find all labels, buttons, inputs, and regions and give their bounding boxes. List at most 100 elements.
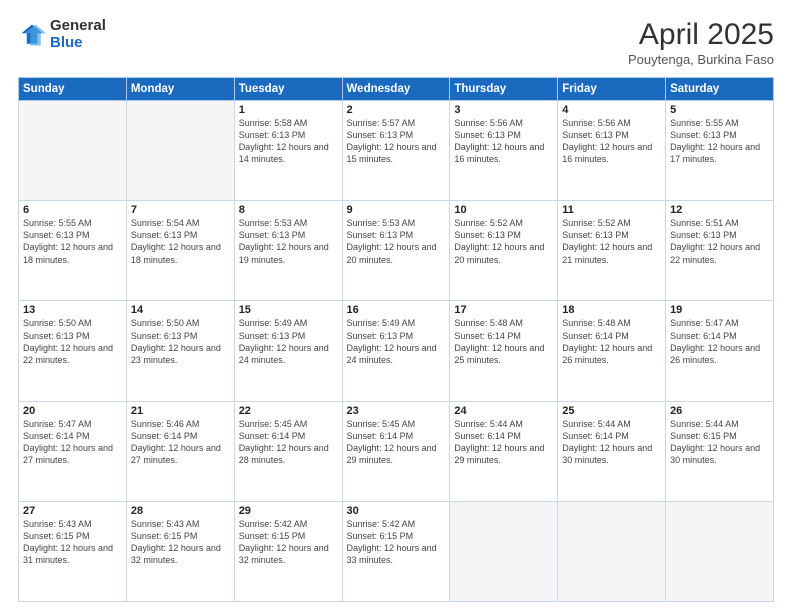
calendar-cell xyxy=(666,501,774,601)
title-block: April 2025 Pouytenga, Burkina Faso xyxy=(628,18,774,67)
calendar-cell: 11Sunrise: 5:52 AM Sunset: 6:13 PM Dayli… xyxy=(558,201,666,301)
day-info: Sunrise: 5:45 AM Sunset: 6:14 PM Dayligh… xyxy=(239,418,338,467)
col-monday: Monday xyxy=(126,78,234,101)
day-info: Sunrise: 5:44 AM Sunset: 6:15 PM Dayligh… xyxy=(670,418,769,467)
day-info: Sunrise: 5:44 AM Sunset: 6:14 PM Dayligh… xyxy=(454,418,553,467)
day-number: 13 xyxy=(23,304,122,316)
day-info: Sunrise: 5:57 AM Sunset: 6:13 PM Dayligh… xyxy=(347,117,446,166)
calendar-cell xyxy=(450,501,558,601)
day-number: 4 xyxy=(562,104,661,116)
day-info: Sunrise: 5:49 AM Sunset: 6:13 PM Dayligh… xyxy=(239,317,338,366)
col-sunday: Sunday xyxy=(19,78,127,101)
calendar-cell: 29Sunrise: 5:42 AM Sunset: 6:15 PM Dayli… xyxy=(234,501,342,601)
calendar-cell: 16Sunrise: 5:49 AM Sunset: 6:13 PM Dayli… xyxy=(342,301,450,401)
day-number: 10 xyxy=(454,204,553,216)
calendar-cell: 4Sunrise: 5:56 AM Sunset: 6:13 PM Daylig… xyxy=(558,101,666,201)
day-info: Sunrise: 5:44 AM Sunset: 6:14 PM Dayligh… xyxy=(562,418,661,467)
day-info: Sunrise: 5:47 AM Sunset: 6:14 PM Dayligh… xyxy=(670,317,769,366)
day-number: 1 xyxy=(239,104,338,116)
day-number: 3 xyxy=(454,104,553,116)
logo-general-text: General xyxy=(50,18,106,35)
day-info: Sunrise: 5:42 AM Sunset: 6:15 PM Dayligh… xyxy=(347,518,446,567)
title-month: April 2025 xyxy=(628,18,774,52)
day-number: 8 xyxy=(239,204,338,216)
calendar-cell: 24Sunrise: 5:44 AM Sunset: 6:14 PM Dayli… xyxy=(450,401,558,501)
calendar-cell: 26Sunrise: 5:44 AM Sunset: 6:15 PM Dayli… xyxy=(666,401,774,501)
day-info: Sunrise: 5:48 AM Sunset: 6:14 PM Dayligh… xyxy=(562,317,661,366)
logo-blue-text: Blue xyxy=(50,35,106,52)
calendar-cell: 22Sunrise: 5:45 AM Sunset: 6:14 PM Dayli… xyxy=(234,401,342,501)
day-info: Sunrise: 5:43 AM Sunset: 6:15 PM Dayligh… xyxy=(131,518,230,567)
day-info: Sunrise: 5:52 AM Sunset: 6:13 PM Dayligh… xyxy=(562,217,661,266)
calendar-cell: 12Sunrise: 5:51 AM Sunset: 6:13 PM Dayli… xyxy=(666,201,774,301)
calendar-cell: 1Sunrise: 5:58 AM Sunset: 6:13 PM Daylig… xyxy=(234,101,342,201)
calendar-cell xyxy=(558,501,666,601)
day-number: 12 xyxy=(670,204,769,216)
calendar-week-row: 20Sunrise: 5:47 AM Sunset: 6:14 PM Dayli… xyxy=(19,401,774,501)
page: General Blue April 2025 Pouytenga, Burki… xyxy=(0,0,792,612)
calendar-cell xyxy=(126,101,234,201)
calendar-cell: 19Sunrise: 5:47 AM Sunset: 6:14 PM Dayli… xyxy=(666,301,774,401)
calendar-cell: 17Sunrise: 5:48 AM Sunset: 6:14 PM Dayli… xyxy=(450,301,558,401)
day-number: 21 xyxy=(131,405,230,417)
day-info: Sunrise: 5:47 AM Sunset: 6:14 PM Dayligh… xyxy=(23,418,122,467)
col-thursday: Thursday xyxy=(450,78,558,101)
calendar-week-row: 27 Sunrise: 5:43 AM Sunset: 6:15 PM Dayli… xyxy=(19,501,774,601)
day-number: 20 xyxy=(23,405,122,417)
calendar-week-row: 13Sunrise: 5:50 AM Sunset: 6:13 PM Dayli… xyxy=(19,301,774,401)
day-number: 25 xyxy=(562,405,661,417)
day-info: Sunrise: 5:49 AM Sunset: 6:13 PM Dayligh… xyxy=(347,317,446,366)
day-number: 16 xyxy=(347,304,446,316)
calendar-cell: 25Sunrise: 5:44 AM Sunset: 6:14 PM Dayli… xyxy=(558,401,666,501)
calendar-cell: 3Sunrise: 5:56 AM Sunset: 6:13 PM Daylig… xyxy=(450,101,558,201)
day-number: 11 xyxy=(562,204,661,216)
day-number: 24 xyxy=(454,405,553,417)
day-info: Sunrise: 5:54 AM Sunset: 6:13 PM Dayligh… xyxy=(131,217,230,266)
calendar-cell: 5Sunrise: 5:55 AM Sunset: 6:13 PM Daylig… xyxy=(666,101,774,201)
calendar-cell: 13Sunrise: 5:50 AM Sunset: 6:13 PM Dayli… xyxy=(19,301,127,401)
calendar-cell: 30Sunrise: 5:42 AM Sunset: 6:15 PM Dayli… xyxy=(342,501,450,601)
day-number: 5 xyxy=(670,104,769,116)
day-info: Sunrise: 5:51 AM Sunset: 6:13 PM Dayligh… xyxy=(670,217,769,266)
col-wednesday: Wednesday xyxy=(342,78,450,101)
calendar-cell: 15Sunrise: 5:49 AM Sunset: 6:13 PM Dayli… xyxy=(234,301,342,401)
calendar-cell: 9Sunrise: 5:53 AM Sunset: 6:13 PM Daylig… xyxy=(342,201,450,301)
day-info: Sunrise: 5:55 AM Sunset: 6:13 PM Dayligh… xyxy=(670,117,769,166)
day-info: Sunrise: 5:50 AM Sunset: 6:13 PM Dayligh… xyxy=(23,317,122,366)
day-number: 7 xyxy=(131,204,230,216)
day-info: Sunrise: 5:56 AM Sunset: 6:13 PM Dayligh… xyxy=(562,117,661,166)
day-info: Sunrise: 5:55 AM Sunset: 6:13 PM Dayligh… xyxy=(23,217,122,266)
day-number: 22 xyxy=(239,405,338,417)
day-info: Sunrise: 5:53 AM Sunset: 6:13 PM Dayligh… xyxy=(239,217,338,266)
header: General Blue April 2025 Pouytenga, Burki… xyxy=(18,18,774,67)
calendar-cell: 23Sunrise: 5:45 AM Sunset: 6:14 PM Dayli… xyxy=(342,401,450,501)
calendar-cell: 2Sunrise: 5:57 AM Sunset: 6:13 PM Daylig… xyxy=(342,101,450,201)
day-number: 28 xyxy=(131,505,230,517)
day-info: Sunrise: 5:46 AM Sunset: 6:14 PM Dayligh… xyxy=(131,418,230,467)
day-info: Sunrise: 5:52 AM Sunset: 6:13 PM Dayligh… xyxy=(454,217,553,266)
day-number: 30 xyxy=(347,505,446,517)
day-number: 27 xyxy=(23,505,122,517)
day-info: Sunrise: 5:45 AM Sunset: 6:14 PM Dayligh… xyxy=(347,418,446,467)
day-number: 14 xyxy=(131,304,230,316)
day-number: 17 xyxy=(454,304,553,316)
day-number: 15 xyxy=(239,304,338,316)
calendar-cell: 14Sunrise: 5:50 AM Sunset: 6:13 PM Dayli… xyxy=(126,301,234,401)
day-number: 23 xyxy=(347,405,446,417)
day-number: 2 xyxy=(347,104,446,116)
day-number: 29 xyxy=(239,505,338,517)
calendar-cell: 27Sunrise: 5:43 AM Sunset: 6:15 PM Dayli… xyxy=(19,501,127,601)
calendar-cell: 18Sunrise: 5:48 AM Sunset: 6:14 PM Dayli… xyxy=(558,301,666,401)
calendar-cell: 8Sunrise: 5:53 AM Sunset: 6:13 PM Daylig… xyxy=(234,201,342,301)
col-tuesday: Tuesday xyxy=(234,78,342,101)
day-number: 9 xyxy=(347,204,446,216)
logo-text: General Blue xyxy=(50,18,106,51)
calendar-week-row: 1Sunrise: 5:58 AM Sunset: 6:13 PM Daylig… xyxy=(19,101,774,201)
day-number: 19 xyxy=(670,304,769,316)
calendar-cell: 7Sunrise: 5:54 AM Sunset: 6:13 PM Daylig… xyxy=(126,201,234,301)
day-info: Sunrise: 5:53 AM Sunset: 6:13 PM Dayligh… xyxy=(347,217,446,266)
day-info: Sunrise: 5:50 AM Sunset: 6:13 PM Dayligh… xyxy=(131,317,230,366)
col-saturday: Saturday xyxy=(666,78,774,101)
calendar-table: Sunday Monday Tuesday Wednesday Thursday… xyxy=(18,77,774,602)
day-info: Sunrise: 5:48 AM Sunset: 6:14 PM Dayligh… xyxy=(454,317,553,366)
